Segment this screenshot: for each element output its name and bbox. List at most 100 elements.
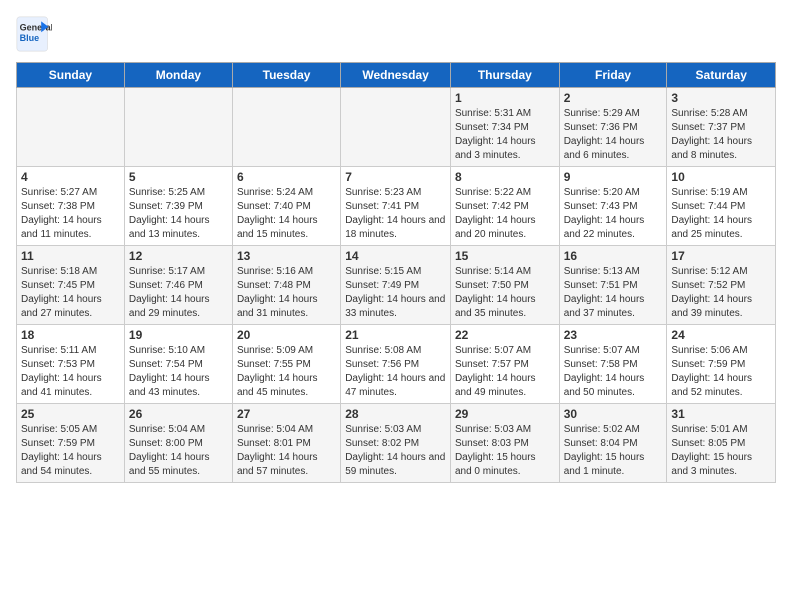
calendar-cell: 8 Sunrise: 5:22 AM Sunset: 7:42 PM Daylig… <box>450 167 559 246</box>
calendar-cell: 30 Sunrise: 5:02 AM Sunset: 8:04 PM Dayli… <box>559 404 667 483</box>
day-number: 29 <box>455 407 555 421</box>
day-number: 18 <box>21 328 120 342</box>
day-info: Sunrise: 5:12 AM Sunset: 7:52 PM Dayligh… <box>671 265 771 321</box>
day-info: Sunrise: 5:04 AM Sunset: 8:01 PM Dayligh… <box>237 423 336 479</box>
day-number: 5 <box>129 170 228 184</box>
calendar-cell: 9Sunrise: 5:20 AM Sunset: 7:43 PM Daylig… <box>559 167 667 246</box>
day-info: Sunrise: 5:14 AM Sunset: 7:50 PM Dayligh… <box>455 265 555 321</box>
day-info: Sunrise: 5:22 AM Sunset: 7:42 PM Dayligh… <box>455 186 555 242</box>
calendar-cell: 17 Sunrise: 5:12 AM Sunset: 7:52 PM Dayli… <box>667 246 776 325</box>
day-number: 6 <box>237 170 336 184</box>
day-info: Sunrise: 5:08 AM Sunset: 7:56 PM Dayligh… <box>345 344 446 400</box>
calendar-cell: 20 Sunrise: 5:09 AM Sunset: 7:55 PM Dayli… <box>232 325 340 404</box>
day-number: 27 <box>237 407 336 421</box>
day-number: 20 <box>237 328 336 342</box>
calendar-cell: 26Sunrise: 5:04 AM Sunset: 8:00 PM Dayli… <box>124 404 232 483</box>
day-number: 13 <box>237 249 336 263</box>
calendar-cell <box>17 88 125 167</box>
calendar-cell: 3 Sunrise: 5:28 AM Sunset: 7:37 PM Daylig… <box>667 88 776 167</box>
day-number: 3 <box>671 91 771 105</box>
calendar-week-row: 25 Sunrise: 5:05 AM Sunset: 7:59 PM Dayli… <box>17 404 776 483</box>
day-info: Sunrise: 5:23 AM Sunset: 7:41 PM Dayligh… <box>345 186 446 242</box>
day-number: 19 <box>129 328 228 342</box>
day-info: Sunrise: 5:10 AM Sunset: 7:54 PM Dayligh… <box>129 344 228 400</box>
day-info: Sunrise: 5:02 AM Sunset: 8:04 PM Dayligh… <box>564 423 663 479</box>
day-info: Sunrise: 5:07 AM Sunset: 7:57 PM Dayligh… <box>455 344 555 400</box>
weekday-header: Wednesday <box>341 63 451 88</box>
day-number: 8 <box>455 170 555 184</box>
svg-text:Blue: Blue <box>20 33 40 43</box>
day-number: 22 <box>455 328 555 342</box>
calendar-table: SundayMondayTuesdayWednesdayThursdayFrid… <box>16 62 776 483</box>
calendar-cell <box>341 88 451 167</box>
calendar-cell: 24 Sunrise: 5:06 AM Sunset: 7:59 PM Dayli… <box>667 325 776 404</box>
day-info: Sunrise: 5:28 AM Sunset: 7:37 PM Dayligh… <box>671 107 771 163</box>
day-number: 17 <box>671 249 771 263</box>
calendar-cell: 6 Sunrise: 5:24 AM Sunset: 7:40 PM Daylig… <box>232 167 340 246</box>
day-number: 25 <box>21 407 120 421</box>
calendar-cell: 27 Sunrise: 5:04 AM Sunset: 8:01 PM Dayli… <box>232 404 340 483</box>
day-number: 2 <box>564 91 663 105</box>
calendar-week-row: 11 Sunrise: 5:18 AM Sunset: 7:45 PM Dayli… <box>17 246 776 325</box>
calendar-cell: 10 Sunrise: 5:19 AM Sunset: 7:44 PM Dayli… <box>667 167 776 246</box>
calendar-cell: 29 Sunrise: 5:03 AM Sunset: 8:03 PM Dayli… <box>450 404 559 483</box>
day-number: 12 <box>129 249 228 263</box>
day-info: Sunrise: 5:15 AM Sunset: 7:49 PM Dayligh… <box>345 265 446 321</box>
calendar-cell: 4Sunrise: 5:27 AM Sunset: 7:38 PM Daylig… <box>17 167 125 246</box>
day-number: 10 <box>671 170 771 184</box>
calendar-cell: 18 Sunrise: 5:11 AM Sunset: 7:53 PM Dayli… <box>17 325 125 404</box>
calendar-cell: 13Sunrise: 5:16 AM Sunset: 7:48 PM Dayli… <box>232 246 340 325</box>
weekday-header: Sunday <box>17 63 125 88</box>
day-number: 23 <box>564 328 663 342</box>
day-info: Sunrise: 5:06 AM Sunset: 7:59 PM Dayligh… <box>671 344 771 400</box>
day-info: Sunrise: 5:31 AM Sunset: 7:34 PM Dayligh… <box>455 107 555 163</box>
calendar-cell: 28 Sunrise: 5:03 AM Sunset: 8:02 PM Dayli… <box>341 404 451 483</box>
day-number: 1 <box>455 91 555 105</box>
calendar-cell: 5 Sunrise: 5:25 AM Sunset: 7:39 PM Daylig… <box>124 167 232 246</box>
day-number: 21 <box>345 328 446 342</box>
calendar-week-row: 4Sunrise: 5:27 AM Sunset: 7:38 PM Daylig… <box>17 167 776 246</box>
calendar-cell <box>124 88 232 167</box>
calendar-body: 1 Sunrise: 5:31 AM Sunset: 7:34 PM Daylig… <box>17 88 776 483</box>
calendar-cell: 21 Sunrise: 5:08 AM Sunset: 7:56 PM Dayli… <box>341 325 451 404</box>
calendar-cell: 23Sunrise: 5:07 AM Sunset: 7:58 PM Dayli… <box>559 325 667 404</box>
day-info: Sunrise: 5:11 AM Sunset: 7:53 PM Dayligh… <box>21 344 120 400</box>
day-number: 11 <box>21 249 120 263</box>
calendar-cell: 31Sunrise: 5:01 AM Sunset: 8:05 PM Dayli… <box>667 404 776 483</box>
calendar-cell: 12Sunrise: 5:17 AM Sunset: 7:46 PM Dayli… <box>124 246 232 325</box>
day-info: Sunrise: 5:24 AM Sunset: 7:40 PM Dayligh… <box>237 186 336 242</box>
day-info: Sunrise: 5:25 AM Sunset: 7:39 PM Dayligh… <box>129 186 228 242</box>
calendar-header: SundayMondayTuesdayWednesdayThursdayFrid… <box>17 63 776 88</box>
weekday-row: SundayMondayTuesdayWednesdayThursdayFrid… <box>17 63 776 88</box>
weekday-header: Monday <box>124 63 232 88</box>
day-number: 7 <box>345 170 446 184</box>
calendar-cell: 16Sunrise: 5:13 AM Sunset: 7:51 PM Dayli… <box>559 246 667 325</box>
day-info: Sunrise: 5:03 AM Sunset: 8:03 PM Dayligh… <box>455 423 555 479</box>
day-info: Sunrise: 5:04 AM Sunset: 8:00 PM Dayligh… <box>129 423 228 479</box>
day-info: Sunrise: 5:19 AM Sunset: 7:44 PM Dayligh… <box>671 186 771 242</box>
day-info: Sunrise: 5:05 AM Sunset: 7:59 PM Dayligh… <box>21 423 120 479</box>
weekday-header: Thursday <box>450 63 559 88</box>
day-number: 28 <box>345 407 446 421</box>
calendar-cell: 25 Sunrise: 5:05 AM Sunset: 7:59 PM Dayli… <box>17 404 125 483</box>
day-info: Sunrise: 5:09 AM Sunset: 7:55 PM Dayligh… <box>237 344 336 400</box>
day-number: 30 <box>564 407 663 421</box>
weekday-header: Saturday <box>667 63 776 88</box>
day-number: 16 <box>564 249 663 263</box>
logo: General Blue <box>16 16 56 52</box>
day-number: 24 <box>671 328 771 342</box>
day-info: Sunrise: 5:27 AM Sunset: 7:38 PM Dayligh… <box>21 186 120 242</box>
calendar-cell: 22 Sunrise: 5:07 AM Sunset: 7:57 PM Dayli… <box>450 325 559 404</box>
day-info: Sunrise: 5:18 AM Sunset: 7:45 PM Dayligh… <box>21 265 120 321</box>
day-number: 15 <box>455 249 555 263</box>
calendar-cell: 1 Sunrise: 5:31 AM Sunset: 7:34 PM Daylig… <box>450 88 559 167</box>
calendar-cell: 11 Sunrise: 5:18 AM Sunset: 7:45 PM Dayli… <box>17 246 125 325</box>
day-number: 14 <box>345 249 446 263</box>
day-info: Sunrise: 5:20 AM Sunset: 7:43 PM Dayligh… <box>564 186 663 242</box>
calendar-cell: 14 Sunrise: 5:15 AM Sunset: 7:49 PM Dayli… <box>341 246 451 325</box>
day-number: 31 <box>671 407 771 421</box>
day-info: Sunrise: 5:03 AM Sunset: 8:02 PM Dayligh… <box>345 423 446 479</box>
calendar-cell: 19 Sunrise: 5:10 AM Sunset: 7:54 PM Dayli… <box>124 325 232 404</box>
page-header: General Blue <box>16 16 776 52</box>
calendar-cell: 7 Sunrise: 5:23 AM Sunset: 7:41 PM Daylig… <box>341 167 451 246</box>
